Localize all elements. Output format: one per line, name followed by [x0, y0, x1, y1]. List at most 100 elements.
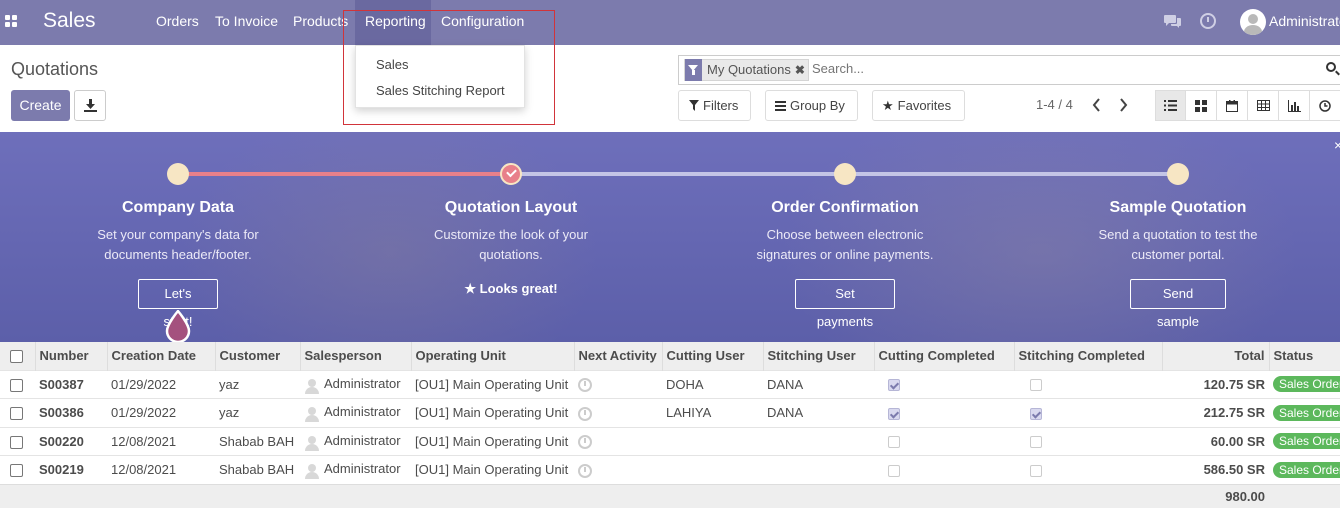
cell-operating-unit: [OU1] Main Operating Unit: [411, 369, 574, 399]
activity-clock-icon[interactable]: [578, 378, 592, 393]
cell-total: 586.50 SR: [1162, 455, 1269, 484]
column-stitching-user[interactable]: Stitching User: [762, 342, 874, 370]
table-row[interactable]: S00220 12/08/2021 Shabab BAH Administrator […: [0, 426, 1340, 456]
kanban-view-icon: [1195, 99, 1207, 112]
salesperson-avatar-icon: [304, 377, 320, 394]
column-status[interactable]: Status: [1268, 342, 1340, 370]
table-row[interactable]: S00386 01/29/2022 yaz Administrator [OU1] Ma…: [0, 398, 1340, 427]
cell-next-activity: [574, 455, 662, 484]
cell-cutting-completed: [874, 398, 1014, 427]
graph-view-button[interactable]: [1279, 90, 1310, 121]
cell-operating-unit: [OU1] Main Operating Unit: [411, 455, 574, 484]
table-row[interactable]: S00387 01/29/2022 yaz Administrator [OU1] Ma…: [0, 369, 1340, 399]
stitching-completed-checkbox: [1030, 436, 1042, 449]
row-select-cell: [0, 455, 35, 484]
filters-button[interactable]: Filters: [678, 90, 751, 121]
page-title: Quotations: [11, 59, 99, 79]
search-input[interactable]: [812, 61, 1292, 76]
app-brand[interactable]: Sales: [43, 9, 96, 33]
column-customer[interactable]: Customer: [214, 342, 300, 370]
status-badge: Sales Order: [1273, 404, 1340, 421]
star-icon: ★: [882, 98, 894, 113]
looks-great-label: Looks great!: [479, 281, 558, 296]
create-button[interactable]: Create: [11, 90, 70, 121]
step-3-dot: [834, 163, 856, 185]
column-cutting-completed[interactable]: Cutting Completed: [873, 342, 1014, 370]
lets-start-button[interactable]: Let's start!: [138, 279, 218, 329]
user-avatar[interactable]: [1240, 9, 1266, 35]
step-1-description: Set your company's data for documents hea…: [68, 225, 288, 265]
column-total[interactable]: Total: [1161, 342, 1269, 370]
filters-label: Filters: [703, 98, 739, 113]
menu-products[interactable]: Products: [283, 0, 358, 45]
kanban-view-button[interactable]: [1186, 90, 1217, 121]
row-checkbox[interactable]: [10, 378, 23, 392]
column-salesperson[interactable]: Salesperson: [299, 342, 411, 370]
step-3-desc-line1: Choose between electronic: [766, 227, 924, 242]
cell-cutting-user: [662, 426, 763, 456]
pager-value[interactable]: 1-4 / 4: [1036, 97, 1073, 112]
cutting-completed-checkbox: [888, 436, 900, 449]
row-checkbox[interactable]: [10, 435, 23, 449]
apps-menu-icon[interactable]: [5, 15, 17, 27]
dropdown-item-sales[interactable]: Sales: [376, 57, 409, 72]
salesperson-avatar-icon: [304, 405, 320, 423]
chat-icon[interactable]: [1164, 13, 1182, 29]
cell-stitching-user: DANA: [763, 369, 874, 399]
progress-done-line: [178, 172, 511, 176]
favorites-button[interactable]: ★ Favorites: [872, 90, 965, 121]
row-checkbox[interactable]: [10, 464, 23, 478]
dropdown-item-sales-stitching-report[interactable]: Sales Stitching Report: [376, 83, 505, 98]
menu-to-invoice[interactable]: To Invoice: [205, 0, 288, 45]
menu-reporting[interactable]: Reporting: [355, 0, 431, 45]
quotations-table: Number Creation Date Customer Salesperso…: [0, 342, 1340, 508]
cell-stitching-completed: [1014, 455, 1162, 484]
table-footer-row: 980.00: [0, 483, 1340, 508]
reporting-dropdown: Sales Sales Stitching Report: [355, 45, 525, 108]
cell-customer: Shabab BAH: [215, 455, 300, 484]
list-view-button[interactable]: [1155, 90, 1186, 121]
export-button[interactable]: [74, 90, 106, 121]
facet-remove-icon[interactable]: ✖: [795, 63, 808, 77]
user-menu[interactable]: Administrator: [1269, 13, 1340, 29]
table-row[interactable]: S00219 12/08/2021 Shabab BAH Administrator […: [0, 455, 1340, 484]
column-number[interactable]: Number: [34, 342, 107, 370]
column-stitching-completed[interactable]: Stitching Completed: [1013, 342, 1162, 370]
activity-clock-icon[interactable]: [1200, 13, 1216, 29]
cell-salesperson: Administrator: [300, 455, 411, 484]
calendar-view-icon: [1226, 99, 1238, 112]
row-checkbox[interactable]: [10, 407, 23, 421]
step-2-desc-line1: Customize the look of your: [434, 227, 588, 242]
activity-view-button[interactable]: [1310, 90, 1340, 121]
close-icon[interactable]: ×: [1334, 137, 1340, 153]
calendar-view-button[interactable]: [1217, 90, 1248, 121]
cell-customer: yaz: [215, 398, 300, 427]
search-icon[interactable]: [1326, 62, 1336, 72]
row-select-cell: [0, 369, 35, 399]
column-creation-date[interactable]: Creation Date: [106, 342, 215, 370]
pivot-view-button[interactable]: [1248, 90, 1279, 121]
set-payments-button[interactable]: Set payments: [795, 279, 895, 329]
column-next-activity[interactable]: Next Activity: [573, 342, 662, 370]
pager-previous-icon[interactable]: [1092, 98, 1101, 112]
group-by-button[interactable]: Group By: [765, 90, 858, 121]
step-2-desc-line2: quotations.: [479, 247, 543, 262]
cell-cutting-completed: [874, 455, 1014, 484]
select-all-checkbox[interactable]: [10, 350, 23, 364]
menu-configuration[interactable]: Configuration: [431, 0, 534, 45]
column-cutting-user[interactable]: Cutting User: [661, 342, 763, 370]
step-3-desc-line2: signatures or online payments.: [756, 247, 934, 262]
activity-clock-icon[interactable]: [578, 463, 592, 478]
column-operating-unit[interactable]: Operating Unit: [410, 342, 574, 370]
activity-clock-icon[interactable]: [578, 435, 592, 450]
send-sample-button[interactable]: Send sample: [1130, 279, 1226, 329]
status-badge: Sales Order: [1273, 461, 1340, 478]
activity-clock-icon[interactable]: [578, 406, 592, 421]
cell-status: Sales Order: [1269, 426, 1340, 456]
pivot-view-icon: [1256, 100, 1270, 111]
pager-next-icon[interactable]: [1119, 98, 1128, 112]
cell-cutting-user: [662, 455, 763, 484]
cell-status: Sales Order: [1269, 455, 1340, 484]
step-4-dot: [1167, 163, 1189, 185]
menu-orders[interactable]: Orders: [146, 0, 209, 45]
